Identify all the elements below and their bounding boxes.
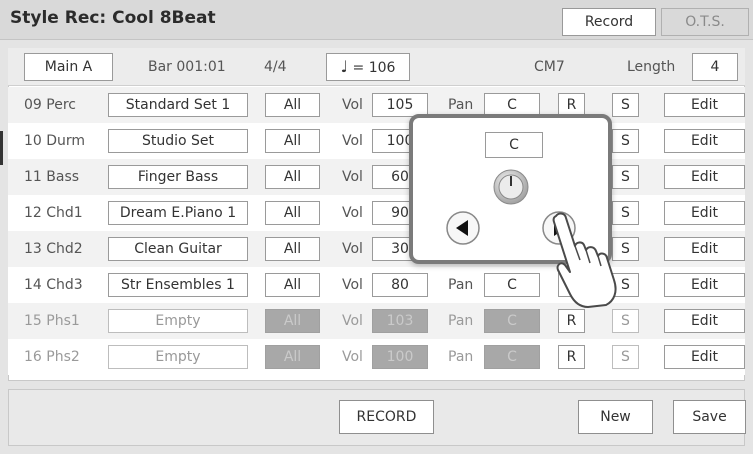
chord-display: CM7 bbox=[534, 59, 565, 75]
s-button[interactable]: S bbox=[612, 309, 639, 333]
track-name: 12 Chd1 bbox=[24, 205, 83, 221]
volume-field[interactable]: 103 bbox=[372, 309, 428, 333]
pan-field[interactable]: C bbox=[484, 309, 540, 333]
record-button[interactable]: RECORD bbox=[339, 400, 434, 434]
knob-icon[interactable] bbox=[492, 168, 530, 206]
all-button[interactable]: All bbox=[265, 273, 320, 297]
all-button[interactable]: All bbox=[265, 93, 320, 117]
all-button[interactable]: All bbox=[265, 237, 320, 261]
r-button[interactable]: R bbox=[558, 345, 585, 369]
time-signature: 4/4 bbox=[264, 59, 287, 75]
vol-label: Vol bbox=[342, 97, 363, 113]
volume-field[interactable]: 80 bbox=[372, 273, 428, 297]
decrement-arrow-icon[interactable] bbox=[445, 210, 481, 246]
pointing-hand-icon bbox=[552, 212, 617, 308]
vol-label: Vol bbox=[342, 133, 363, 149]
length-label: Length bbox=[627, 59, 676, 75]
edit-button[interactable]: Edit bbox=[664, 237, 745, 261]
quarter-note-icon: ♩ bbox=[340, 57, 349, 76]
all-button[interactable]: All bbox=[265, 129, 320, 153]
voice-select[interactable]: Str Ensembles 1 bbox=[108, 273, 248, 297]
volume-field[interactable]: 100 bbox=[372, 345, 428, 369]
track-name: 11 Bass bbox=[24, 169, 80, 185]
pan-label: Pan bbox=[448, 349, 474, 365]
all-button[interactable]: All bbox=[265, 201, 320, 225]
pan-label: Pan bbox=[448, 313, 474, 329]
track-name: 09 Perc bbox=[24, 97, 76, 113]
pan-field[interactable]: C bbox=[484, 345, 540, 369]
edit-button[interactable]: Edit bbox=[664, 129, 745, 153]
tempo-box[interactable]: ♩ = 106 bbox=[326, 53, 410, 81]
all-button[interactable]: All bbox=[265, 165, 320, 189]
s-button[interactable]: S bbox=[612, 345, 639, 369]
length-value[interactable]: 4 bbox=[692, 53, 738, 81]
s-button[interactable]: S bbox=[612, 165, 639, 189]
pan-field[interactable]: C bbox=[484, 273, 540, 297]
edit-button[interactable]: Edit bbox=[664, 201, 745, 225]
voice-select[interactable]: Finger Bass bbox=[108, 165, 248, 189]
track-name: 13 Chd2 bbox=[24, 241, 83, 257]
track-name: 10 Durm bbox=[24, 133, 86, 149]
edit-button[interactable]: Edit bbox=[664, 93, 745, 117]
s-button[interactable]: S bbox=[612, 129, 639, 153]
popup-value: C bbox=[485, 132, 543, 158]
edit-button[interactable]: Edit bbox=[664, 165, 745, 189]
voice-select[interactable]: Dream E.Piano 1 bbox=[108, 201, 248, 225]
bar-position: Bar 001:01 bbox=[148, 59, 226, 75]
track-name: 14 Chd3 bbox=[24, 277, 83, 293]
voice-select[interactable]: Empty bbox=[108, 309, 248, 333]
edit-button[interactable]: Edit bbox=[664, 345, 745, 369]
edit-button[interactable]: Edit bbox=[664, 273, 745, 297]
vol-label: Vol bbox=[342, 205, 363, 221]
new-button[interactable]: New bbox=[578, 400, 653, 434]
section-select[interactable]: Main A bbox=[24, 53, 113, 81]
edit-button[interactable]: Edit bbox=[664, 309, 745, 333]
track-name: 15 Phs1 bbox=[24, 313, 80, 329]
s-button[interactable]: S bbox=[612, 93, 639, 117]
voice-select[interactable]: Studio Set bbox=[108, 129, 248, 153]
all-button[interactable]: All bbox=[265, 345, 320, 369]
save-button[interactable]: Save bbox=[673, 400, 746, 434]
tab-record[interactable]: Record bbox=[562, 8, 656, 36]
vol-label: Vol bbox=[342, 169, 363, 185]
vol-label: Vol bbox=[342, 313, 363, 329]
tempo-value: = 106 bbox=[352, 60, 396, 76]
pan-label: Pan bbox=[448, 277, 474, 293]
vol-label: Vol bbox=[342, 277, 363, 293]
voice-select[interactable]: Clean Guitar bbox=[108, 237, 248, 261]
all-button[interactable]: All bbox=[265, 309, 320, 333]
vol-label: Vol bbox=[342, 241, 363, 257]
tab-ots[interactable]: O.T.S. bbox=[661, 8, 749, 36]
selected-row-marker bbox=[0, 131, 3, 165]
voice-select[interactable]: Standard Set 1 bbox=[108, 93, 248, 117]
vol-label: Vol bbox=[342, 349, 363, 365]
voice-select[interactable]: Empty bbox=[108, 345, 248, 369]
r-button[interactable]: R bbox=[558, 309, 585, 333]
page-title: Style Rec: Cool 8Beat bbox=[10, 8, 216, 28]
track-name: 16 Phs2 bbox=[24, 349, 80, 365]
